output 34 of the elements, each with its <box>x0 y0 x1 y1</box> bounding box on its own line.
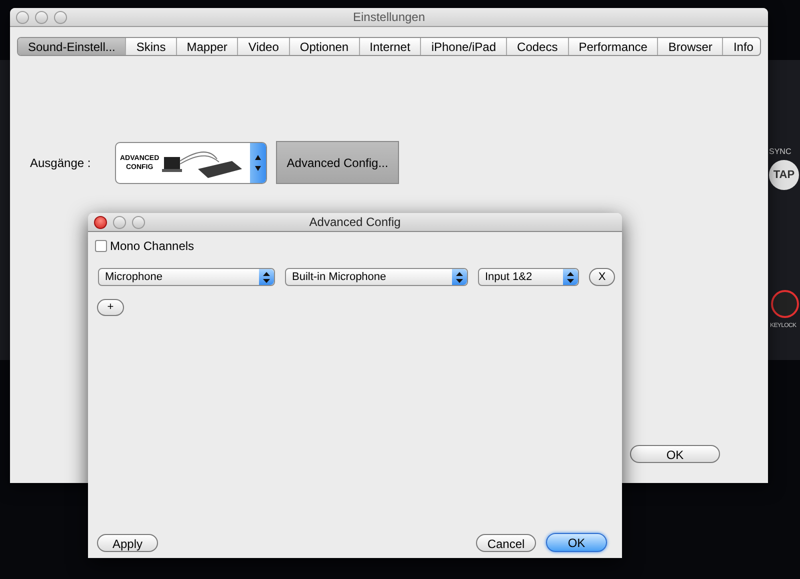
stepper-icon <box>563 269 578 285</box>
ok-button[interactable]: OK <box>630 445 720 463</box>
advanced-config-button[interactable]: Advanced Config... <box>276 141 399 184</box>
deck-label: SYNC <box>769 146 792 158</box>
tab[interactable]: Video <box>238 38 290 55</box>
tab[interactable]: Performance <box>568 38 658 55</box>
window-title: Advanced Config <box>309 214 401 231</box>
up-arrow-icon <box>255 154 261 160</box>
tab[interactable]: iPhone/iPad <box>421 38 508 55</box>
window-title: Einstellungen <box>352 9 426 26</box>
ok-button[interactable]: OK <box>546 533 607 552</box>
outputs-label: Ausgänge : <box>30 154 92 172</box>
window-button[interactable] <box>94 216 107 229</box>
tab[interactable]: Optionen <box>290 38 360 55</box>
apply-button[interactable]: Apply <box>97 534 158 552</box>
dropdown-select[interactable]: Microphone <box>98 268 275 286</box>
add-button[interactable]: + <box>97 299 124 316</box>
tab[interactable]: Info <box>723 38 760 55</box>
tab[interactable]: Skins <box>126 38 177 55</box>
tab[interactable]: Sound-Einstell... <box>18 38 126 55</box>
tab[interactable]: Codecs <box>507 38 569 55</box>
down-arrow-icon <box>255 166 261 170</box>
checkbox[interactable] <box>95 240 107 252</box>
checkbox-label: Mono Channels <box>110 238 194 255</box>
stepper-icon <box>452 269 467 285</box>
dropdown-select[interactable]: Input 1&2 <box>478 268 579 286</box>
tab[interactable]: Browser <box>658 38 724 55</box>
tab[interactable]: Internet <box>360 38 422 55</box>
tab[interactable]: Mapper <box>176 38 238 55</box>
dropdown-select[interactable]: Built-in Microphone <box>285 268 468 286</box>
cancel-button[interactable]: Cancel <box>476 534 536 552</box>
remove-button[interactable]: X <box>589 268 615 286</box>
stepper-control[interactable] <box>250 142 266 182</box>
stepper-icon <box>259 269 274 285</box>
